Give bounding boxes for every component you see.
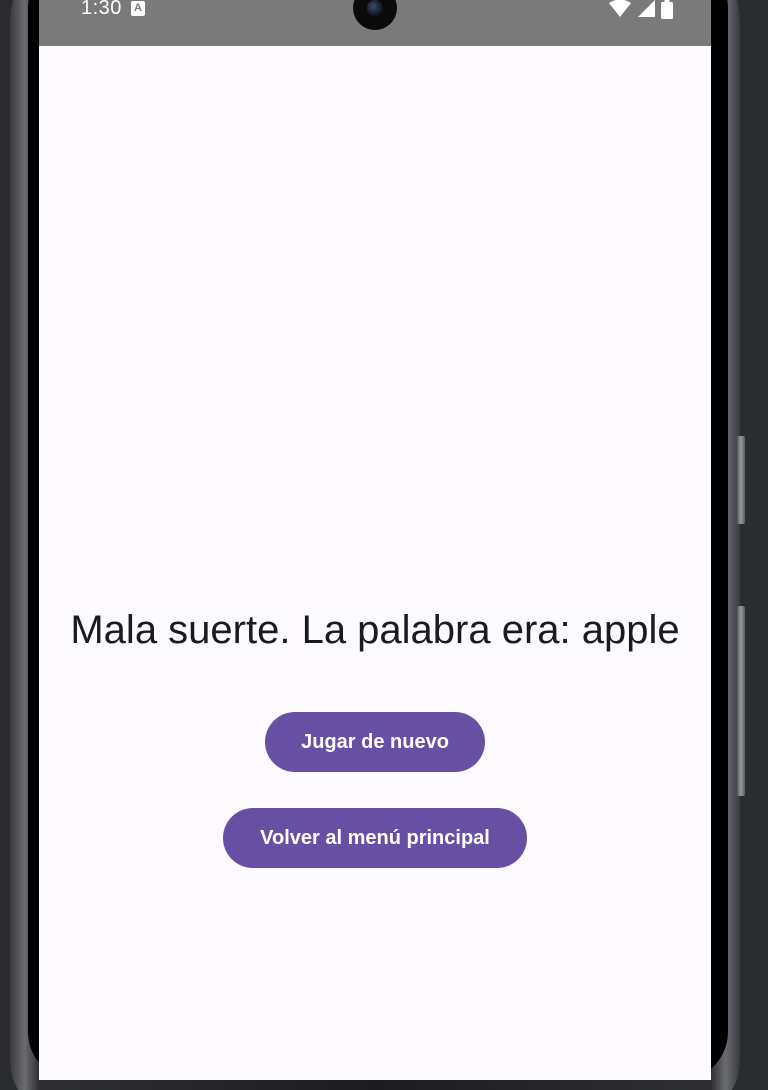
wifi-icon xyxy=(609,0,631,17)
status-time: 1:30 xyxy=(81,0,122,19)
device-stage: 1:30 A Mala suerte. La palabra era: appl… xyxy=(0,0,768,1090)
battery-icon xyxy=(661,0,673,19)
status-icons xyxy=(609,0,673,20)
power-button[interactable] xyxy=(737,436,745,524)
notification-icon: A xyxy=(131,1,145,16)
signal-icon xyxy=(638,0,655,17)
volume-button[interactable] xyxy=(737,606,745,796)
main-menu-button[interactable]: Volver al menú principal xyxy=(223,808,527,868)
front-camera xyxy=(353,0,397,30)
app-screen: 1:30 A Mala suerte. La palabra era: appl… xyxy=(39,0,711,1080)
play-again-button[interactable]: Jugar de nuevo xyxy=(265,712,485,772)
result-message: Mala suerte. La palabra era: apple xyxy=(70,608,680,652)
status-bar: 1:30 A xyxy=(39,0,711,46)
